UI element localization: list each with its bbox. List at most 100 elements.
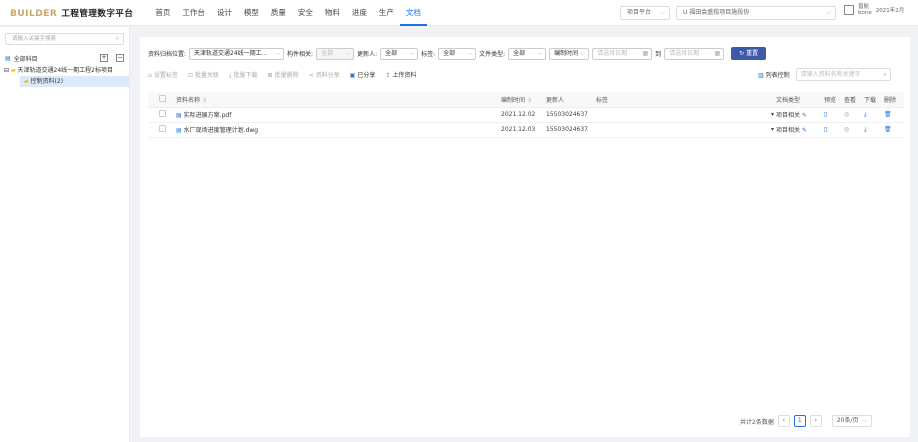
nav-progress[interactable]: 进度 <box>346 0 373 26</box>
search-icon: ⌕ <box>883 71 887 78</box>
refresh-icon: ↻ <box>739 50 745 57</box>
tree-node-control-docs[interactable]: ▰ 控制资料(2) <box>20 76 129 87</box>
nav-documents[interactable]: 文档 <box>399 0 427 26</box>
tag-cell[interactable]: ▾ <box>596 107 776 123</box>
collapse-all-button[interactable]: − <box>116 54 124 62</box>
end-date-input[interactable]: 请选择日期 ▦ <box>664 47 725 60</box>
download-icon[interactable]: ⤓ <box>864 126 867 133</box>
doc-search-input[interactable]: 请输入资料名称关键字 ⌕ <box>795 68 891 81</box>
pdf-file-icon: ▤ <box>176 112 182 119</box>
tree-node-label: 控制资料(2) <box>30 78 64 85</box>
dropdown-caret-icon: ▾ <box>770 126 774 133</box>
filetype-select[interactable]: 全部 ⌵ <box>508 47 547 60</box>
tag-icon: ⌂ <box>148 72 152 79</box>
preview-cell: ▯ <box>824 107 844 123</box>
page-size-select[interactable]: 20条/页 ⌵ <box>831 415 872 427</box>
sidebar-search-input[interactable]: 请输入关键字搜索 ⌕ <box>5 33 124 45</box>
uploader-select[interactable]: 全部 ⌵ <box>380 47 419 60</box>
col-date[interactable]: 编制时间 ⇕ <box>501 92 546 108</box>
preview-icon[interactable]: ▯ <box>824 111 827 118</box>
dropdown-caret-icon: ▾ <box>770 111 774 118</box>
prev-page-button[interactable]: ‹ <box>777 415 790 427</box>
top-bar: BUILDER 工程管理数字平台 首页 工作台 设计 模型 质量 安全 物料 进度… <box>0 0 918 26</box>
chevron-down-icon: ⌵ <box>345 49 351 57</box>
columns-icon: ▥ <box>758 72 764 79</box>
tag-cell[interactable]: ▾ <box>596 122 776 138</box>
nav-design[interactable]: 设计 <box>211 0 238 26</box>
tree-node-label: 天津轨道交通24线一期工程2标项目 <box>17 67 113 74</box>
trash-icon[interactable]: 🗑 <box>884 111 892 118</box>
share-label: 资料分享 <box>315 72 340 79</box>
tree-node-project[interactable]: ⊟ ▰ 天津轨道交通24线一期工程2标项目 <box>0 65 129 76</box>
toolbar-right: ▥ 列表控制 请输入资料名称关键字 ⌕ <box>758 68 891 81</box>
tag-select[interactable]: 全部 ⌵ <box>438 47 477 60</box>
shared-button[interactable]: ▣ 已分享 <box>350 70 376 80</box>
share-button[interactable]: ⋖ 资料分享 <box>309 70 340 80</box>
total-count: 共计2条数据 <box>740 418 774 426</box>
site-select[interactable]: U 福田会盛缆项目施段协 ⌵ <box>676 6 836 20</box>
row-checkbox[interactable] <box>158 110 166 117</box>
view-icon[interactable]: ◎ <box>844 111 849 118</box>
name-cell[interactable]: ▤ 实际进展方案.pdf <box>176 107 501 123</box>
trash-icon[interactable]: 🗑 <box>884 126 892 133</box>
component-value: 全部 <box>321 49 334 57</box>
nav-model[interactable]: 模型 <box>238 0 265 26</box>
dwg-file-icon: ▤ <box>176 127 182 134</box>
site-select-value: U 福田会盛缆项目施段协 <box>683 9 750 16</box>
select-all-checkbox[interactable] <box>158 94 166 102</box>
expand-all-button[interactable]: + <box>100 54 108 62</box>
user-info[interactable]: 曾航 bone <box>858 4 872 16</box>
nav-material[interactable]: 物料 <box>319 0 346 26</box>
edit-icon[interactable]: ✎ <box>802 127 807 134</box>
batch-delete-button[interactable]: ⊠ 批量删除 <box>268 70 299 80</box>
chevron-down-icon: ⌵ <box>467 49 473 57</box>
brand-name: BUILDER <box>10 8 58 19</box>
document-table: 资料名称 ⇕ 编制时间 ⇕ 更新人 标签 文档类型 预览 查看 下载 删除 ▤ 实… <box>148 92 904 138</box>
sort-icon[interactable]: ⇕ <box>202 97 207 104</box>
col-name-label: 资料名称 <box>176 96 201 104</box>
edit-icon[interactable]: ✎ <box>802 112 807 119</box>
download-icon[interactable]: ⤓ <box>864 111 867 118</box>
column-settings-button[interactable]: ▥ 列表控制 <box>758 70 790 79</box>
set-tag-button[interactable]: ⌂ 设置标签 <box>148 70 178 80</box>
download-icon: ⤓ <box>228 72 232 79</box>
sidebar: 请输入关键字搜索 ⌕ ▤ 全部科目 + − ⊟ ▰ 天津轨道交通24线一期工程2… <box>0 27 130 442</box>
time-type-select[interactable]: 编制时间 ⌵ <box>549 47 590 60</box>
next-page-button[interactable]: › <box>809 415 822 427</box>
reset-button[interactable]: ↻ 重置 <box>731 47 767 60</box>
project-select-value: 项目平台 <box>627 9 652 16</box>
folder-icon: ▰ <box>10 67 16 74</box>
row-checkbox[interactable] <box>158 125 166 132</box>
system-name: 工程管理数字平台 <box>61 8 134 19</box>
pagination: 共计2条数据 ‹ 1 › 20条/页 ⌵ <box>740 415 872 427</box>
col-view: 查看 <box>844 92 864 108</box>
list-icon: ▤ <box>5 54 11 62</box>
nav-workbench[interactable]: 工作台 <box>176 0 211 26</box>
logo: BUILDER 工程管理数字平台 <box>10 7 133 19</box>
batch-link-button[interactable]: ⊡ 批量关联 <box>188 70 219 80</box>
nav-safety[interactable]: 安全 <box>292 0 319 26</box>
location-select[interactable]: 天津轨道交通24线一期工... ⌵ <box>189 47 285 60</box>
page-number[interactable]: 1 <box>793 415 806 427</box>
qrcode-icon[interactable] <box>844 5 854 15</box>
nav-quality[interactable]: 质量 <box>265 0 292 26</box>
preview-icon[interactable]: ▯ <box>824 126 827 133</box>
reset-label: 重置 <box>746 50 759 57</box>
batch-download-button[interactable]: ⤓ 批量下载 <box>229 70 258 80</box>
collapse-icon[interactable]: ⊟ <box>4 67 9 74</box>
row-select-cell <box>148 107 176 123</box>
nav-production[interactable]: 生产 <box>373 0 400 26</box>
location-label: 资料归档位置: <box>148 51 187 58</box>
name-cell[interactable]: ▤ 水厂现场进度管理计划.dwg <box>176 122 501 138</box>
view-icon[interactable]: ◎ <box>844 126 849 133</box>
col-name[interactable]: 资料名称 ⇕ <box>176 92 501 108</box>
sort-icon[interactable]: ⇕ <box>527 97 532 104</box>
location-value: 天津轨道交通24线一期工... <box>194 49 268 57</box>
component-select[interactable]: 全部 ⌵ <box>316 47 355 60</box>
chevron-down-icon: ⌵ <box>660 9 665 16</box>
chevron-down-icon: ⌵ <box>826 9 831 16</box>
project-select[interactable]: 项目平台 ⌵ <box>620 6 670 20</box>
nav-home[interactable]: 首页 <box>149 0 176 26</box>
upload-button[interactable]: ⇪ 上传资料 <box>385 70 416 80</box>
start-date-input[interactable]: 请选择日期 ▦ <box>592 47 653 60</box>
